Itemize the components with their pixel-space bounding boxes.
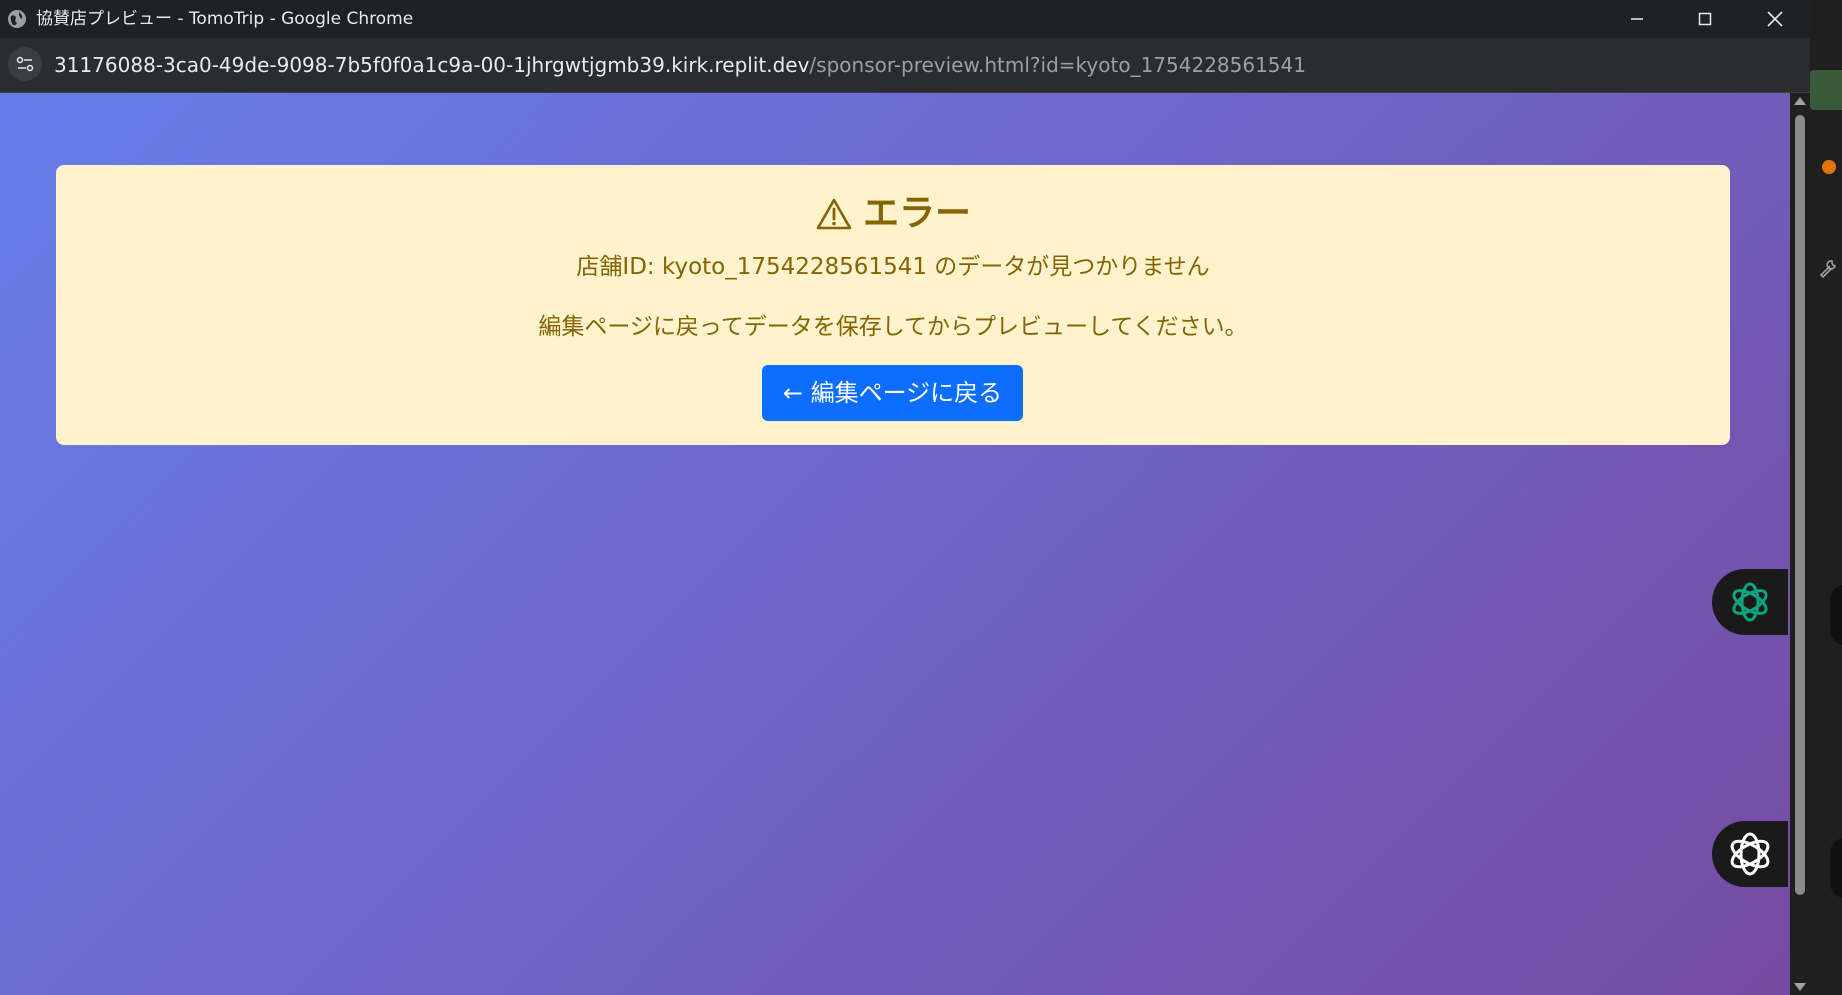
alert-message: 店舗ID: kyoto_1754228561541 のデータが見つかりません bbox=[576, 254, 1210, 280]
url-host: 31176088-3ca0-49de-9098-7b5f0f0a1c9a-00-… bbox=[54, 53, 810, 77]
minimize-button[interactable] bbox=[1603, 0, 1671, 38]
minimize-icon bbox=[1631, 18, 1643, 20]
close-icon bbox=[1767, 11, 1783, 27]
page-scrollbar[interactable] bbox=[1790, 93, 1810, 995]
desktop-widget-edge bbox=[1830, 585, 1842, 645]
globe-icon bbox=[8, 10, 26, 28]
close-window-button[interactable] bbox=[1741, 0, 1809, 38]
warning-icon bbox=[816, 198, 852, 230]
wrench-icon bbox=[1819, 260, 1836, 279]
alert-heading-text: エラー bbox=[862, 193, 971, 234]
site-info-icon bbox=[16, 56, 34, 72]
chatgpt-white-icon bbox=[1730, 832, 1770, 876]
desktop-thumbnail bbox=[1810, 70, 1842, 110]
error-alert: エラー 店舗ID: kyoto_1754228561541 のデータが見つかりま… bbox=[56, 165, 1730, 445]
maximize-icon bbox=[1698, 12, 1712, 26]
chatgpt-extension-button[interactable] bbox=[1712, 569, 1788, 635]
address-bar: 31176088-3ca0-49de-9098-7b5f0f0a1c9a-00-… bbox=[0, 38, 1810, 93]
desktop-widget-edge bbox=[1830, 838, 1842, 898]
notification-badge bbox=[1822, 160, 1836, 174]
window-title-bar: 協賛店プレビュー - TomoTrip - Google Chrome bbox=[0, 0, 1842, 38]
chatgpt-green-icon bbox=[1732, 582, 1768, 622]
site-info-button[interactable] bbox=[8, 47, 42, 81]
page-viewport: エラー 店舗ID: kyoto_1754228561541 のデータが見つかりま… bbox=[0, 93, 1790, 995]
window-title: 協賛店プレビュー - TomoTrip - Google Chrome bbox=[36, 9, 414, 29]
scroll-down-arrow[interactable] bbox=[1794, 983, 1806, 991]
alert-instruction: 編集ページに戻ってデータを保存してからプレビューしてください。 bbox=[538, 314, 1248, 340]
scroll-thumb[interactable] bbox=[1795, 115, 1805, 895]
openai-extension-button[interactable] bbox=[1712, 821, 1788, 887]
url-field[interactable]: 31176088-3ca0-49de-9098-7b5f0f0a1c9a-00-… bbox=[54, 53, 1306, 77]
maximize-button[interactable] bbox=[1671, 0, 1739, 38]
alert-heading: エラー bbox=[56, 191, 1730, 237]
url-path: /sponsor-preview.html?id=kyoto_175422856… bbox=[809, 53, 1306, 77]
back-to-edit-button[interactable]: ← 編集ページに戻る bbox=[762, 365, 1023, 421]
scroll-up-arrow[interactable] bbox=[1794, 97, 1806, 105]
